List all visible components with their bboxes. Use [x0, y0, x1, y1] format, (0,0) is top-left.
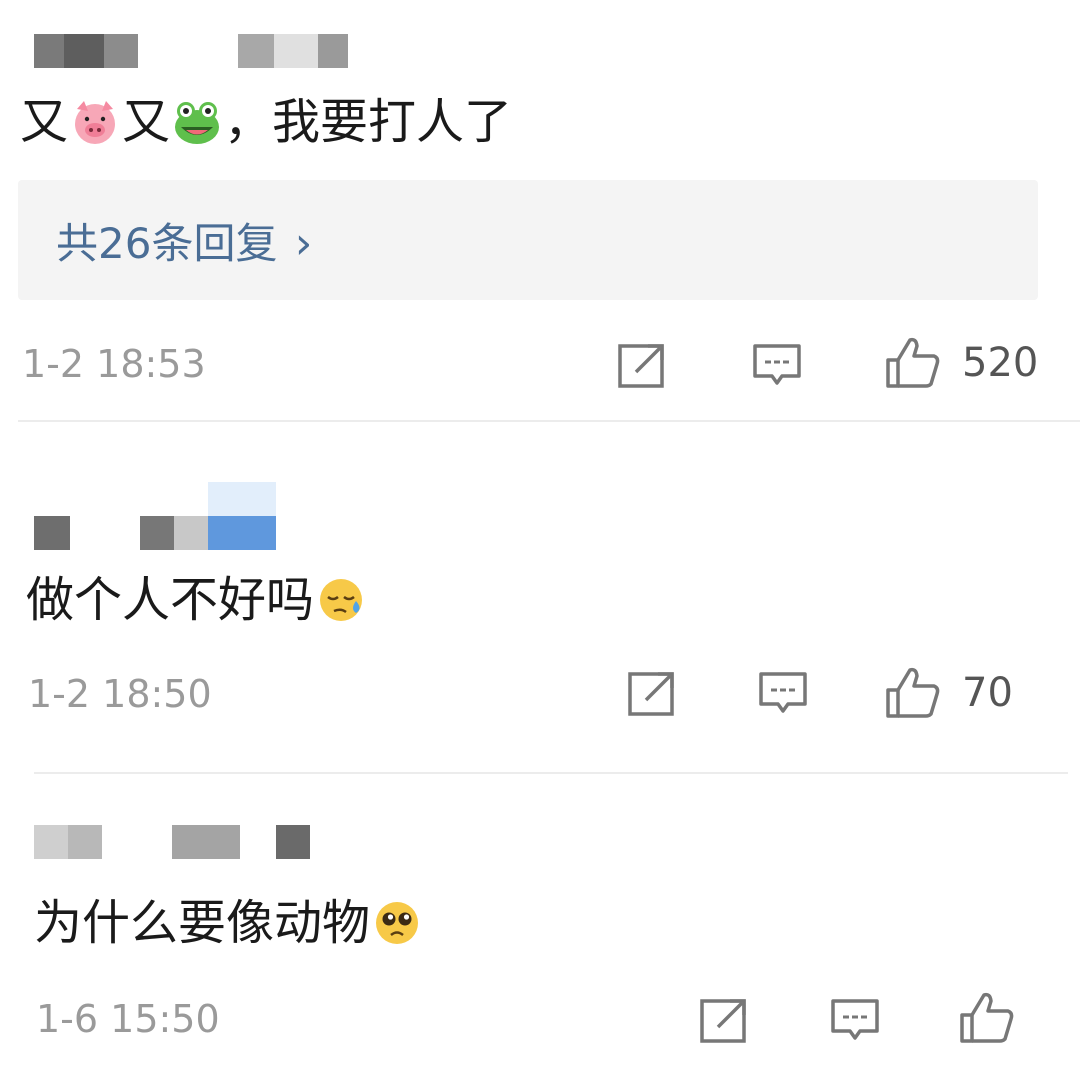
username-blurred[interactable] — [34, 34, 348, 68]
chevron-right-icon: › — [294, 218, 313, 269]
thumbs-up-icon[interactable] — [958, 989, 1016, 1047]
timestamp: 1-6 15:50 — [36, 997, 220, 1041]
timestamp: 1-2 18:50 — [28, 672, 212, 716]
comment-text-part: 为什么要像动物 — [34, 895, 371, 951]
comment-text-part: 做个人不好吗 — [26, 572, 315, 628]
comment-3: 为什么要像动物 1-6 15:50 — [0, 775, 1080, 1075]
username-blurred[interactable] — [34, 482, 276, 550]
comment-text-part: 又 — [20, 94, 69, 150]
replies-count-text: 共26条回复 — [56, 219, 291, 268]
comment-text-part: ，我要打人了 — [224, 94, 513, 150]
comment-2: 做个人不好吗 1-2 18:50 70 — [0, 420, 1080, 775]
like-count: 520 — [962, 340, 1039, 386]
comment-text: 做个人不好吗 — [26, 570, 368, 630]
share-icon[interactable] — [698, 993, 752, 1047]
comment-icon[interactable] — [828, 993, 882, 1047]
thumbs-up-icon[interactable] — [884, 334, 942, 392]
replies-label: 共26条回复 › — [56, 210, 312, 271]
comment-1: 又 又 ，我要打人了 共26条回复 › 1-2 18:53 520 — [0, 0, 1080, 420]
share-icon[interactable] — [616, 338, 670, 392]
pleading-face-icon — [376, 902, 419, 944]
username-blurred[interactable] — [34, 825, 310, 859]
comment-text: 为什么要像动物 — [34, 893, 424, 953]
replies-link[interactable]: 共26条回复 › — [18, 180, 1038, 300]
share-icon[interactable] — [626, 666, 680, 720]
frog-face-icon — [175, 102, 220, 144]
comment-icon[interactable] — [756, 666, 810, 720]
comment-text-part: 又 — [122, 94, 171, 150]
downcast-sweat-face-icon — [320, 579, 363, 621]
timestamp: 1-2 18:53 — [22, 342, 206, 386]
comment-icon[interactable] — [750, 338, 804, 392]
divider — [34, 772, 1068, 774]
comment-text: 又 又 ，我要打人了 — [20, 92, 512, 152]
thumbs-up-icon[interactable] — [884, 664, 942, 722]
like-count: 70 — [962, 670, 1013, 716]
pig-face-icon — [75, 101, 116, 144]
